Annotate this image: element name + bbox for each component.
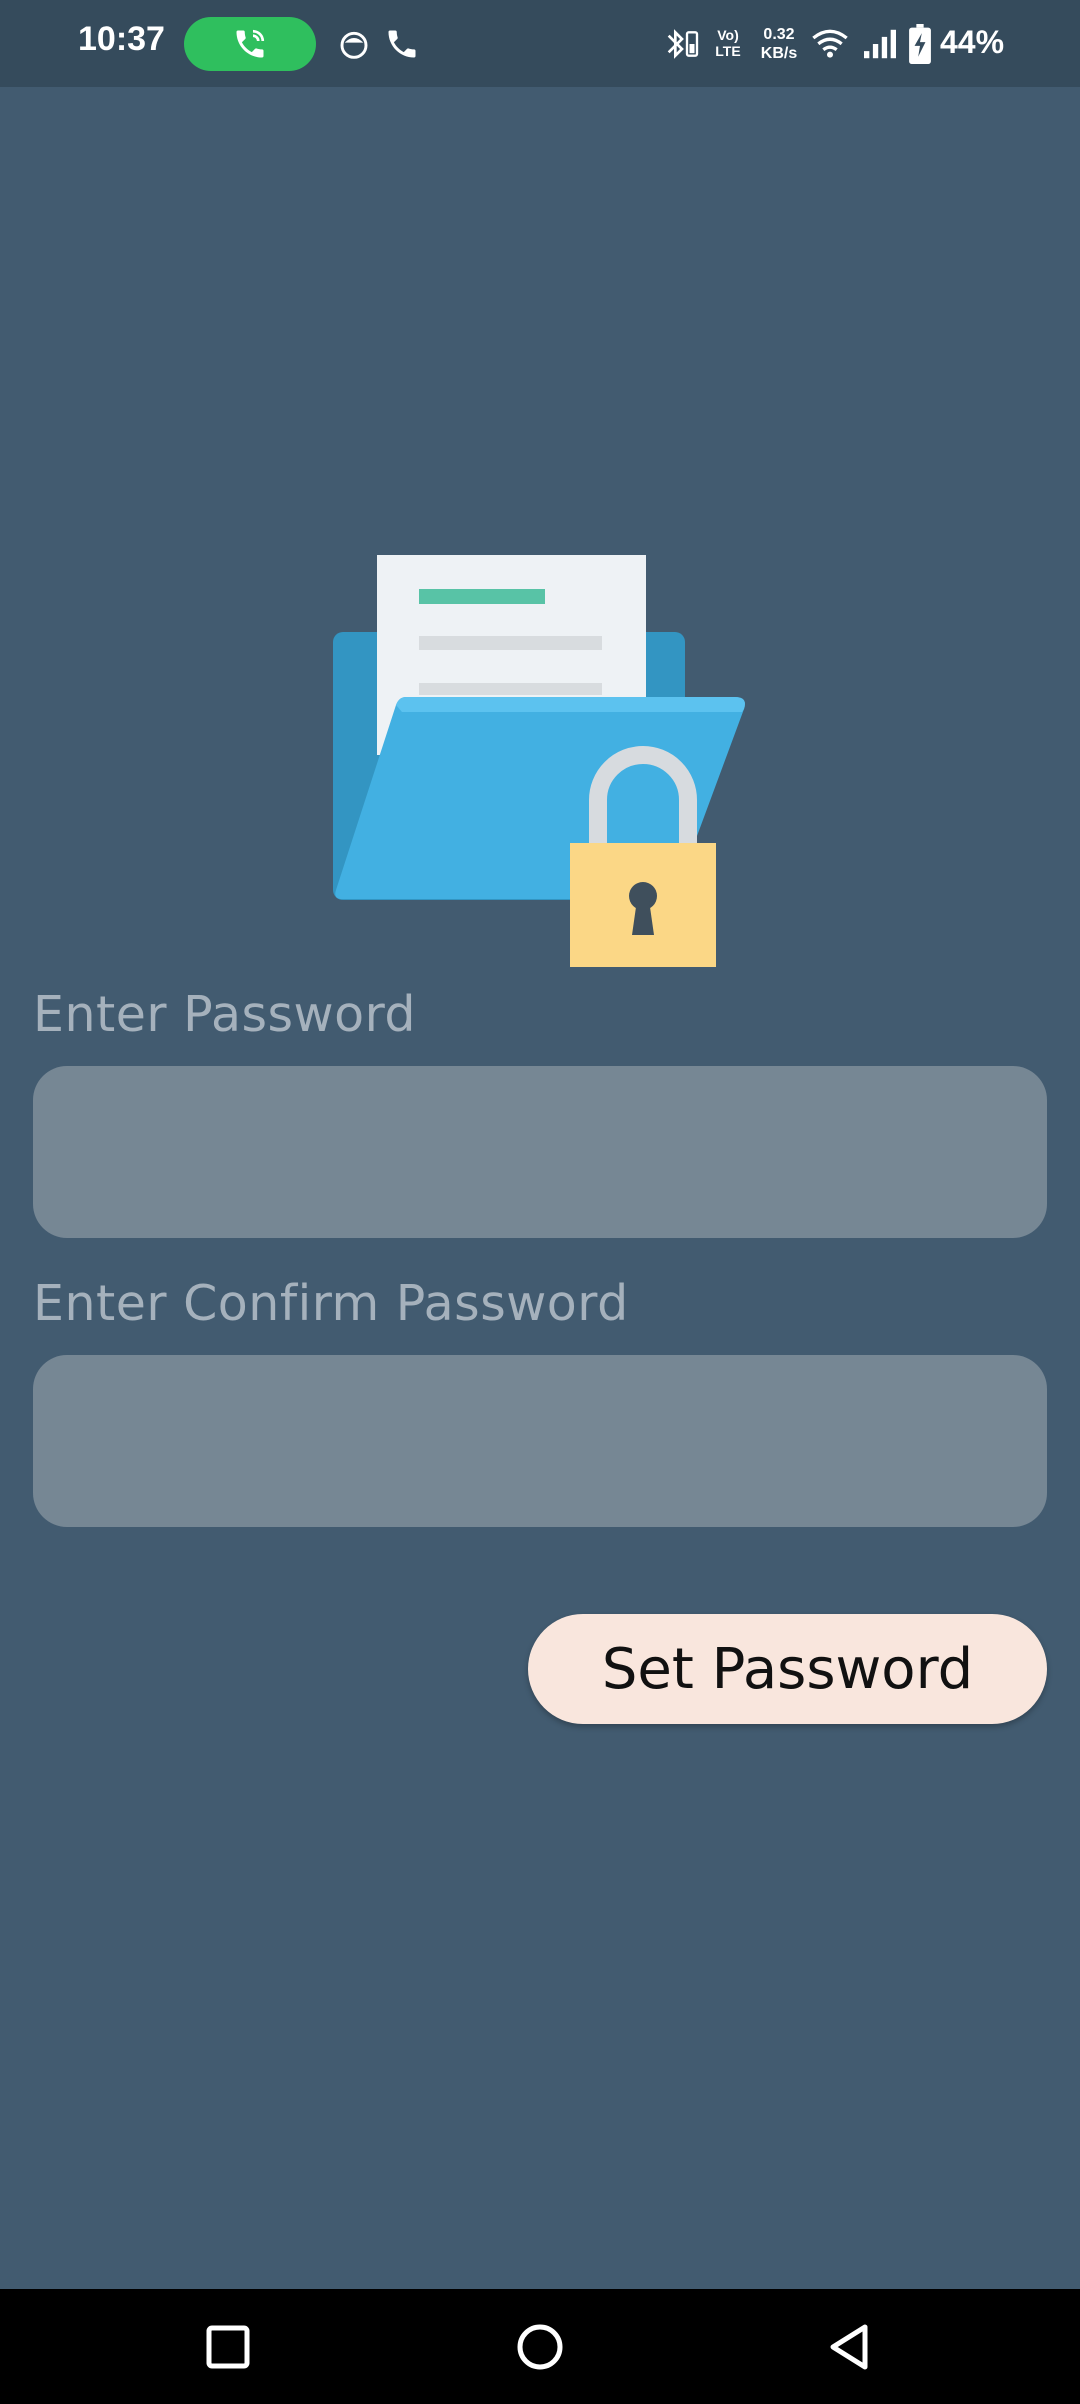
- back-icon[interactable]: [825, 2319, 875, 2375]
- system-nav-bar: [0, 2289, 1080, 2404]
- password-label: Enter Password: [33, 986, 416, 1043]
- locked-folder-icon: [333, 555, 745, 967]
- confirm-password-input[interactable]: [33, 1355, 1047, 1527]
- wifi-icon: [812, 29, 848, 58]
- app-notification-icon: [340, 31, 368, 59]
- network-speed-unit: KB/s: [760, 45, 798, 62]
- document-accent-line: [419, 589, 545, 604]
- network-speed-value: 0.32: [763, 26, 795, 43]
- recent-apps-icon[interactable]: [205, 2319, 251, 2375]
- folder-front-highlight: [396, 697, 745, 712]
- cell-signal-icon: [864, 29, 896, 59]
- confirm-password-label: Enter Confirm Password: [33, 1275, 629, 1332]
- volte-label: Vo): [717, 27, 739, 43]
- ongoing-call-chip[interactable]: [184, 17, 316, 71]
- document-line: [419, 636, 602, 650]
- network-speed: 0.32 KB/s: [754, 25, 804, 63]
- battery-charging-icon: [909, 24, 931, 64]
- lte-label: LTE: [715, 43, 741, 59]
- status-time: 10:37: [78, 20, 165, 58]
- set-password-screen: 10:37 Vo) LTE 0.32 KB/s 44% Enter Passwo…: [0, 0, 1080, 2404]
- call-active-icon: [236, 29, 265, 58]
- phone-icon: [388, 30, 416, 58]
- bluetooth-battery-icon: [667, 29, 699, 59]
- document-line: [419, 683, 602, 695]
- set-password-button[interactable]: Set Password: [528, 1614, 1047, 1724]
- battery-percent: 44%: [940, 24, 1005, 60]
- home-icon[interactable]: [515, 2319, 565, 2375]
- password-input[interactable]: [33, 1066, 1047, 1238]
- volte-indicator: Vo) LTE: [712, 27, 744, 59]
- status-bar: 10:37 Vo) LTE 0.32 KB/s 44%: [0, 0, 1080, 87]
